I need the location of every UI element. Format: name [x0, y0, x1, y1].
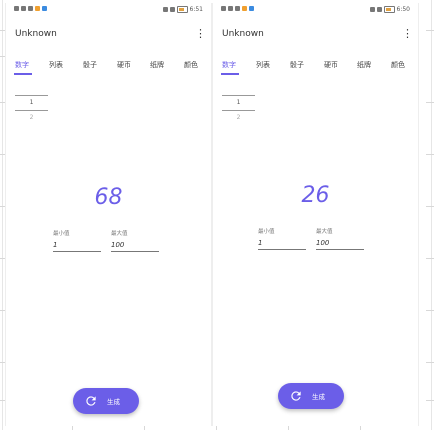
tab-indicator — [14, 73, 32, 75]
app-notification-icon — [42, 6, 47, 11]
min-label: 最小值 — [53, 231, 70, 237]
generate-label: 生成 — [312, 393, 325, 401]
tab-coin[interactable]: 硬币 — [117, 60, 131, 70]
app-title: Unknown — [222, 29, 264, 39]
more-vert-icon[interactable]: ⋮ — [195, 27, 206, 41]
tab-number[interactable]: 数字 — [15, 60, 29, 70]
max-input[interactable]: 100 — [111, 239, 159, 251]
tab-dice[interactable]: 骰子 — [290, 60, 304, 70]
signal-icon — [14, 6, 19, 11]
tab-number[interactable]: 数字 — [222, 60, 236, 70]
input-underline — [316, 249, 364, 250]
tab-bar: 数字 列表 骰子 硬币 纸牌 颜色 — [6, 55, 211, 77]
app-notification-icon — [249, 6, 254, 11]
history-item: 2 — [29, 114, 34, 121]
history-list: 1 2 — [15, 95, 48, 125]
refresh-icon — [86, 396, 96, 406]
max-input[interactable]: 100 — [316, 237, 364, 249]
tab-coin[interactable]: 硬币 — [324, 60, 338, 70]
tab-bar: 数字 列表 骰子 硬币 纸牌 颜色 — [213, 55, 418, 77]
signal-icon — [221, 6, 226, 11]
input-underline — [111, 251, 159, 252]
more-vert-icon[interactable]: ⋮ — [402, 27, 413, 41]
generate-button[interactable]: 生成 — [73, 388, 139, 414]
min-input[interactable]: 1 — [53, 239, 101, 251]
history-item: 1 — [29, 99, 34, 106]
min-field[interactable]: 最小值 1 — [53, 229, 101, 252]
status-icons-left — [221, 6, 254, 11]
max-label: 最大值 — [111, 231, 128, 237]
app-notification-icon — [242, 6, 247, 11]
generate-label: 生成 — [107, 398, 120, 406]
eye-icon — [369, 7, 375, 12]
refresh-icon — [291, 391, 301, 401]
tab-cards[interactable]: 纸牌 — [357, 60, 371, 70]
alarm-icon — [169, 7, 175, 12]
notification-icon — [28, 6, 33, 11]
tab-list[interactable]: 列表 — [49, 60, 63, 70]
max-field[interactable]: 最大值 100 — [111, 229, 159, 252]
min-label: 最小值 — [258, 229, 275, 235]
phone-screen-right: 6:50 Unknown ⋮ 数字 列表 骰子 硬币 纸牌 颜色 1 2 26 … — [212, 3, 419, 426]
phone-screen-left: 6:51 Unknown ⋮ 数字 列表 骰子 硬币 纸牌 颜色 1 2 68 … — [5, 3, 212, 426]
history-item: 1 — [236, 99, 241, 106]
app-title: Unknown — [15, 29, 57, 39]
max-label: 最大值 — [316, 229, 333, 235]
status-bar: 6:50 — [213, 5, 418, 15]
max-field[interactable]: 最大值 100 — [316, 227, 364, 250]
min-input[interactable]: 1 — [258, 237, 306, 249]
alarm-icon — [376, 7, 382, 12]
tab-cards[interactable]: 纸牌 — [150, 60, 164, 70]
status-time: 6:50 — [396, 6, 410, 13]
tab-color[interactable]: 颜色 — [391, 60, 405, 70]
history-list: 1 2 — [222, 95, 255, 125]
generate-button[interactable]: 生成 — [278, 383, 344, 409]
status-bar: 6:51 — [6, 5, 211, 15]
eye-icon — [162, 7, 168, 12]
tab-dice[interactable]: 骰子 — [83, 60, 97, 70]
app-bar: Unknown ⋮ — [6, 25, 211, 49]
signal-icon — [228, 6, 233, 11]
battery-icon — [383, 6, 395, 13]
result-number: 26 — [301, 183, 330, 208]
status-icons-left — [14, 6, 47, 11]
status-icons-right: 6:51 — [162, 6, 203, 13]
history-item: 2 — [236, 114, 241, 121]
app-notification-icon — [35, 6, 40, 11]
tab-color[interactable]: 颜色 — [184, 60, 198, 70]
tab-list[interactable]: 列表 — [256, 60, 270, 70]
signal-icon — [21, 6, 26, 11]
input-underline — [53, 251, 101, 252]
notification-icon — [235, 6, 240, 11]
input-underline — [258, 249, 306, 250]
min-field[interactable]: 最小值 1 — [258, 227, 306, 250]
battery-icon — [176, 6, 188, 13]
tab-indicator — [221, 73, 239, 75]
app-bar: Unknown ⋮ — [213, 25, 418, 49]
status-icons-right: 6:50 — [369, 6, 410, 13]
result-number: 68 — [94, 185, 123, 210]
status-time: 6:51 — [189, 6, 203, 13]
